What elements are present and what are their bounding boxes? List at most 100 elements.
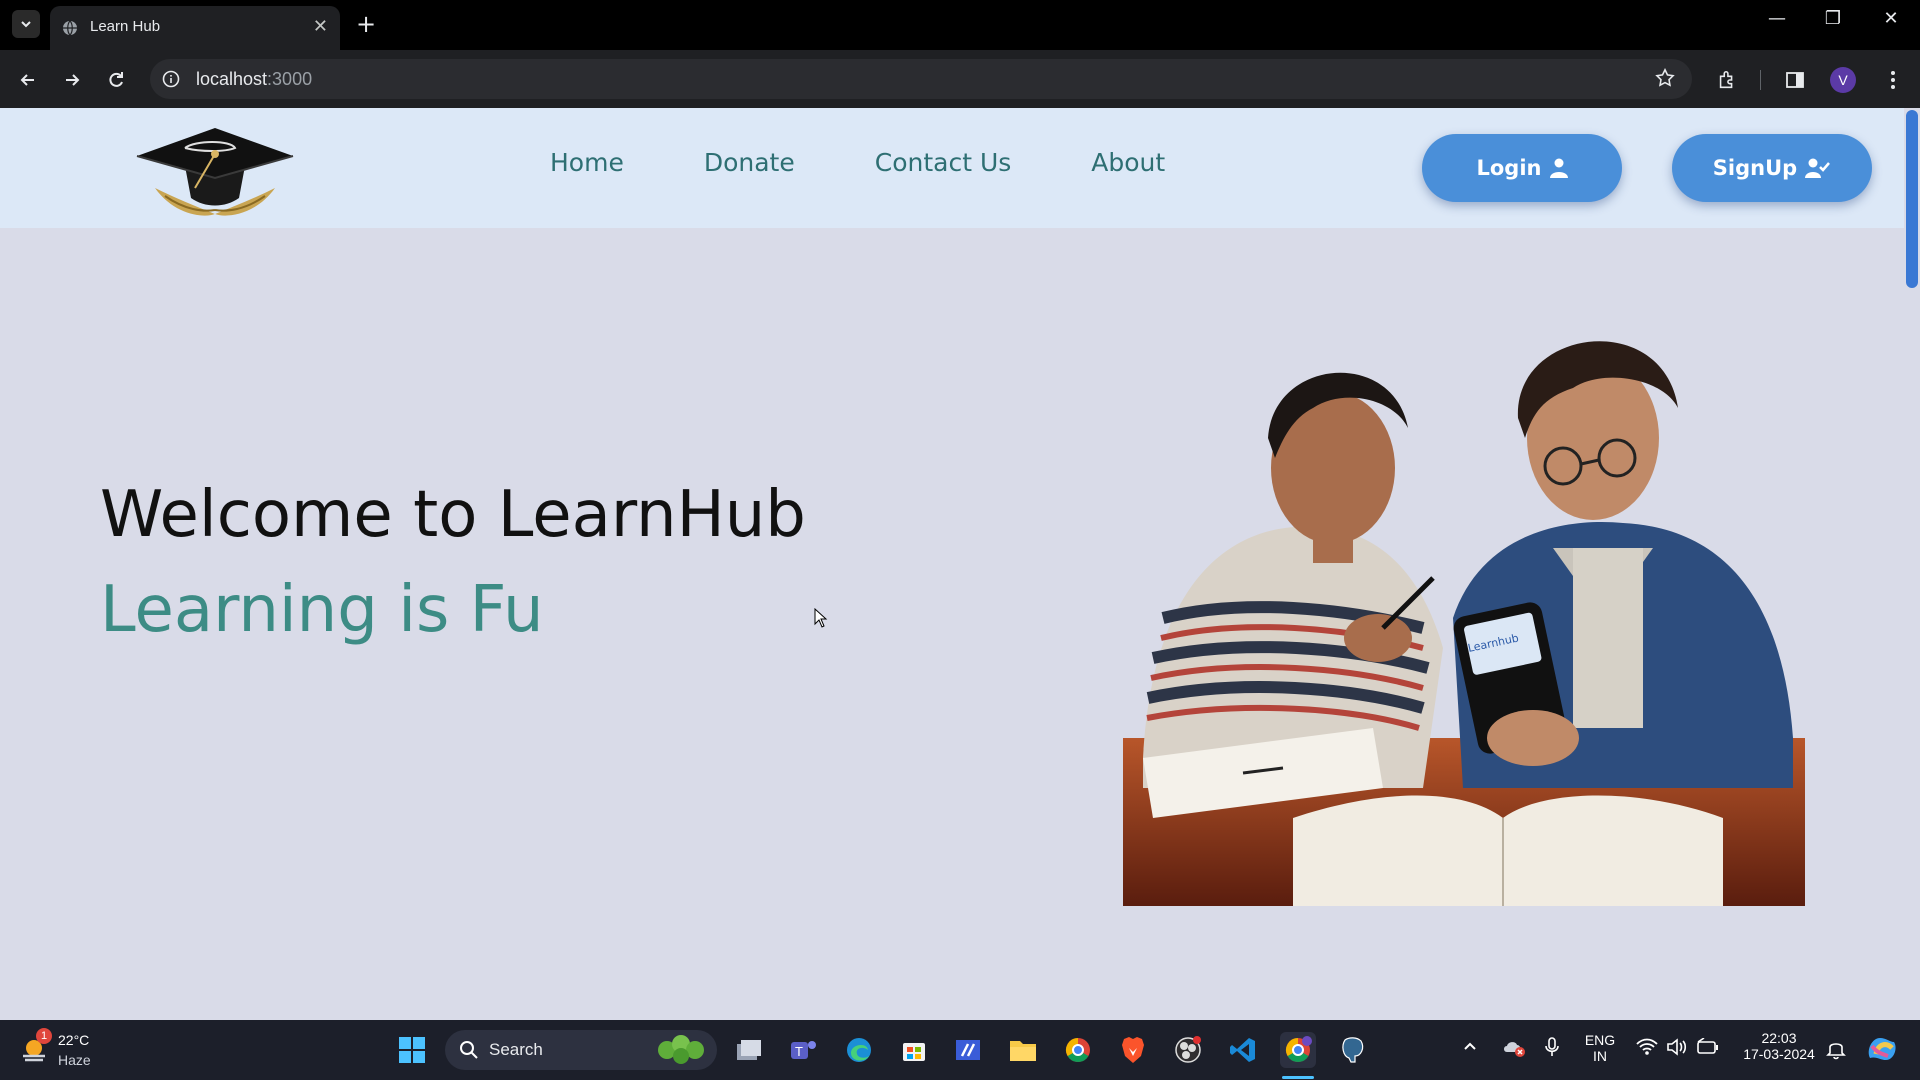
language-indicator[interactable]: ENG IN <box>1582 1032 1618 1064</box>
tab-search-button[interactable] <box>12 10 40 38</box>
reload-button[interactable] <box>100 64 132 96</box>
vscode-app[interactable] <box>1225 1032 1261 1068</box>
chrome-profile-app[interactable] <box>1280 1032 1316 1068</box>
browser-toolbar: localhost:3000 V <box>0 50 1920 108</box>
bookmark-star-icon[interactable] <box>1654 67 1676 89</box>
obs-app[interactable] <box>1170 1032 1206 1068</box>
clock[interactable]: 22:03 17-03-2024 <box>1734 1030 1824 1062</box>
new-tab-button[interactable]: + <box>352 10 380 38</box>
clock-date: 17-03-2024 <box>1743 1046 1815 1062</box>
hero-illustration: Learnhub <box>1123 341 1805 906</box>
page-scrollbar[interactable] <box>1904 108 1920 1020</box>
brave-app[interactable] <box>1115 1032 1151 1068</box>
login-button[interactable]: Login <box>1422 134 1622 202</box>
slash-app-icon <box>956 1040 980 1060</box>
scrollbar-thumb[interactable] <box>1906 110 1918 288</box>
copilot-button[interactable] <box>1864 1032 1900 1070</box>
close-window-button[interactable]: ✕ <box>1868 8 1914 29</box>
weather-temp: 22°C <box>58 1032 90 1048</box>
reload-icon <box>109 72 123 87</box>
weather-widget[interactable]: 1 22°C Haze <box>14 1026 104 1074</box>
svg-text:T: T <box>795 1044 803 1059</box>
edge-app[interactable] <box>841 1032 877 1068</box>
postgres-app[interactable] <box>1335 1032 1371 1068</box>
side-panel-button[interactable] <box>1778 63 1812 97</box>
site-navbar: Home Donate Contact Us About Login SignU… <box>0 108 1904 228</box>
task-view-button[interactable] <box>731 1032 767 1068</box>
toolbar-divider <box>1760 70 1761 90</box>
file-explorer-app[interactable] <box>1005 1032 1041 1068</box>
kebab-menu-icon <box>1891 71 1895 89</box>
battery-status[interactable] <box>1696 1037 1720 1060</box>
search-placeholder: Search <box>489 1040 543 1059</box>
arrow-right-icon <box>66 74 80 86</box>
tab-title: Learn Hub <box>90 18 161 35</box>
store-app[interactable] <box>896 1032 932 1068</box>
back-button[interactable] <box>12 64 44 96</box>
signup-label: SignUp <box>1712 156 1798 180</box>
forward-button[interactable] <box>56 64 88 96</box>
close-tab-icon[interactable]: ✕ <box>313 17 328 37</box>
restore-button[interactable]: ❐ <box>1810 8 1856 29</box>
profile-button[interactable]: V <box>1826 63 1860 97</box>
task-view-icon <box>737 1040 761 1060</box>
notification-center[interactable] <box>1826 1038 1846 1064</box>
region-code: IN <box>1593 1048 1607 1064</box>
taskbar-search[interactable]: Search <box>445 1030 717 1070</box>
bell-icon <box>1826 1043 1846 1060</box>
edge-icon <box>847 1038 871 1062</box>
chrome-icon <box>1065 1038 1090 1063</box>
wifi-icon <box>1636 1038 1658 1055</box>
microphone-status[interactable] <box>1544 1036 1560 1062</box>
mouse-cursor-icon <box>814 608 828 628</box>
vscode-icon <box>1230 1038 1255 1062</box>
battery-plug-icon <box>1697 1037 1718 1054</box>
user-icon <box>1549 158 1568 178</box>
chevron-up-icon <box>1464 1042 1476 1050</box>
hero-title: Welcome to LearnHub <box>100 478 806 552</box>
globe-icon <box>63 20 77 36</box>
notification-badge: 1 <box>36 1028 52 1044</box>
nav-contact-us[interactable]: Contact Us <box>875 148 1012 177</box>
language-code: ENG <box>1584 1032 1616 1048</box>
speaker-icon <box>1667 1038 1687 1056</box>
user-check-icon <box>1805 158 1831 178</box>
arrow-left-icon <box>20 74 34 86</box>
folder-icon <box>1010 1041 1036 1061</box>
chrome-icon <box>1285 1036 1312 1063</box>
address-bar[interactable]: localhost:3000 <box>150 59 1692 99</box>
site-info-icon[interactable] <box>162 70 180 88</box>
volume-control[interactable] <box>1666 1038 1688 1060</box>
obs-icon <box>1175 1036 1201 1063</box>
chrome-app[interactable] <box>1060 1032 1096 1068</box>
avatar: V <box>1830 67 1856 93</box>
nav-about[interactable]: About <box>1091 148 1165 177</box>
teams-app[interactable]: T <box>785 1032 821 1068</box>
minimize-button[interactable]: — <box>1754 8 1800 29</box>
weather-condition: Haze <box>58 1052 91 1068</box>
cloud-off-icon <box>1504 1042 1525 1057</box>
hero-subtitle: Learning is Fu <box>100 573 544 647</box>
clover-icon <box>658 1035 704 1064</box>
os-taskbar: 1 22°C Haze Search T ENG IN 22:03 17-03-… <box>0 1020 1920 1080</box>
copilot-icon <box>1868 1038 1896 1060</box>
windows-start-icon <box>399 1037 425 1063</box>
learnhub-logo[interactable] <box>135 126 295 218</box>
show-hidden-icons[interactable] <box>1462 1038 1478 1058</box>
nav-donate[interactable]: Donate <box>704 148 795 177</box>
network-status[interactable] <box>1636 1038 1658 1060</box>
nav-home[interactable]: Home <box>550 148 624 177</box>
active-app-indicator <box>1282 1076 1314 1079</box>
signup-button[interactable]: SignUp <box>1672 134 1872 202</box>
extensions-button[interactable] <box>1710 63 1744 97</box>
url-text[interactable]: localhost:3000 <box>196 69 312 90</box>
start-button[interactable] <box>394 1032 430 1068</box>
onedrive-status[interactable] <box>1502 1036 1526 1062</box>
browser-tab[interactable]: Learn Hub ✕ <box>50 6 340 50</box>
puzzle-icon <box>1719 70 1733 89</box>
app-launcher[interactable] <box>950 1032 986 1068</box>
web-page: Home Donate Contact Us About Login SignU… <box>0 108 1920 1020</box>
brave-lion-icon <box>1122 1037 1144 1063</box>
browser-menu-button[interactable] <box>1876 63 1910 97</box>
login-label: Login <box>1476 156 1542 180</box>
